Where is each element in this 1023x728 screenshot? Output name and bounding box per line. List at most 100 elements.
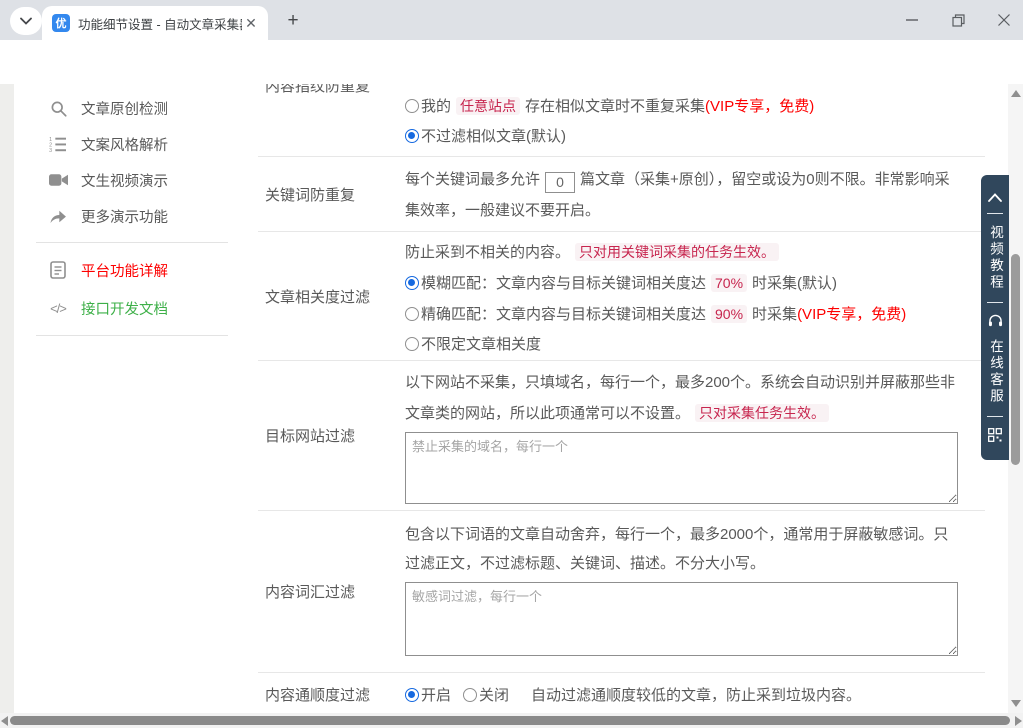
sidebar-item-text-to-video[interactable]: 文生视频演示 xyxy=(14,162,258,198)
setting-label: 内容指纹防重复 xyxy=(258,84,370,96)
setting-row-fingerprint: 内容指纹防重复 我的任意站点存在相似文章时不重复采集(VIP专享，免费) 不过滤… xyxy=(258,84,985,157)
setting-label: 关键词防重复 xyxy=(258,157,405,231)
option-text: 存在相似文章时不重复采集 xyxy=(525,98,705,115)
option-text: 关闭 xyxy=(479,687,509,704)
horizontal-scrollbar[interactable] xyxy=(0,713,1023,728)
tab-search-button[interactable] xyxy=(10,7,42,35)
radio-unchecked[interactable] xyxy=(405,99,419,113)
headset-icon[interactable] xyxy=(988,314,1003,328)
scroll-left-arrow-icon[interactable] xyxy=(1,716,8,726)
scroll-up-arrow-icon[interactable] xyxy=(1011,90,1021,97)
option-text: 模糊匹配：文章内容与目标关键词相关度达 xyxy=(421,275,706,292)
option-text: 我的 xyxy=(421,98,451,115)
browser-window: 优 功能细节设置 - 自动文章采集器 ✕ + xyxy=(0,0,1023,728)
setting-row-site-filter: 目标网站过滤 以下网站不采集，只填域名，每行一个，最多200个。系统会自动识别并… xyxy=(258,361,985,511)
desc-text: 包含以下词语的文章自动舍弃，每行一个，最多2000个，通常用于屏蔽敏感词。只过滤… xyxy=(405,526,948,572)
vertical-scrollbar[interactable] xyxy=(1008,84,1023,713)
horizontal-scrollbar-thumb[interactable] xyxy=(10,716,1010,725)
chevron-up-icon xyxy=(988,193,1002,202)
svg-text:3: 3 xyxy=(49,148,52,152)
option-text: 精确匹配：文章内容与目标关键词相关度达 xyxy=(421,306,706,323)
setting-row-keyword-dedup: 关键词防重复 每个关键词最多允许篇文章（采集+原创），留空或设为0则不限。非常影… xyxy=(258,157,985,232)
keyword-task-note: 只对用关键词采集的任务生效。 xyxy=(575,243,779,261)
percent-badge: 70% xyxy=(711,274,747,292)
sidebar: 文章原创检测 123 文案风格解析 文生视频演示 更多演示功能 xyxy=(14,84,258,728)
sensitive-words-textarea[interactable] xyxy=(405,582,958,656)
sidebar-item-label: 文案风格解析 xyxy=(81,134,168,155)
scroll-top-button[interactable] xyxy=(988,193,1002,202)
radio-unchecked[interactable] xyxy=(463,688,477,702)
percent-badge: 90% xyxy=(711,305,747,323)
floating-side-panel: 视频教程 在线客服 xyxy=(981,175,1009,460)
panel-divider xyxy=(987,213,1003,214)
option-text: 开启 xyxy=(421,687,451,704)
tab-close-icon[interactable]: ✕ xyxy=(242,14,260,32)
restore-button[interactable] xyxy=(949,11,967,29)
scroll-right-arrow-icon[interactable] xyxy=(1015,716,1022,726)
vip-note: (VIP专享，免费) xyxy=(797,306,906,323)
desc-text: 每个关键词最多允许 xyxy=(405,171,540,188)
sidebar-item-style-analysis[interactable]: 123 文案风格解析 xyxy=(14,126,258,162)
radio-unchecked[interactable] xyxy=(405,337,419,351)
blocked-domains-textarea[interactable] xyxy=(405,432,958,504)
page-content: 文章原创检测 123 文案风格解析 文生视频演示 更多演示功能 xyxy=(0,84,1023,728)
setting-row-fluency: 内容通顺度过滤 开启 关闭 自动过滤通顺度较低的文章，防止采到垃圾内容。 xyxy=(258,673,985,717)
online-service-link[interactable]: 在线客服 xyxy=(985,339,1005,405)
relevance-option-fuzzy: 模糊匹配：文章内容与目标关键词相关度达 70% 时采集(默认) xyxy=(405,268,958,299)
option-text: 不过滤相似文章(默认) xyxy=(421,128,566,145)
sidebar-item-label: 平台功能详解 xyxy=(81,260,168,281)
window-controls xyxy=(903,0,1013,40)
browser-tab[interactable]: 优 功能细节设置 - 自动文章采集器 ✕ xyxy=(42,6,268,40)
option-text: 时采集(默认) xyxy=(752,275,837,292)
collect-task-note: 只对采集任务生效。 xyxy=(695,404,829,422)
radio-unchecked[interactable] xyxy=(405,307,419,321)
radio-checked[interactable] xyxy=(405,129,419,143)
tab-title: 功能细节设置 - 自动文章采集器 xyxy=(78,14,242,33)
chevron-down-icon xyxy=(20,17,32,25)
setting-row-word-filter: 内容词汇过滤 包含以下词语的文章自动舍弃，每行一个，最多2000个，通常用于屏蔽… xyxy=(258,511,985,673)
page-left-margin xyxy=(0,84,14,728)
fluency-on-option[interactable]: 开启 xyxy=(405,684,451,705)
setting-label: 内容词汇过滤 xyxy=(258,511,405,672)
tab-strip: 优 功能细节设置 - 自动文章采集器 ✕ + xyxy=(0,0,1023,40)
sidebar-item-more-demos[interactable]: 更多演示功能 xyxy=(14,198,258,234)
sidebar-item-label: 接口开发文档 xyxy=(81,298,168,319)
minimize-button[interactable] xyxy=(903,11,921,29)
desc-text: 自动过滤通顺度较低的文章，防止采到垃圾内容。 xyxy=(531,684,861,705)
option-text: 时采集 xyxy=(752,306,797,323)
sidebar-item-originality-check[interactable]: 文章原创检测 xyxy=(14,90,258,126)
search-icon xyxy=(48,98,68,118)
sidebar-item-label: 更多演示功能 xyxy=(81,206,168,227)
fluency-off-option[interactable]: 关闭 xyxy=(463,684,509,705)
sidebar-item-label: 文生视频演示 xyxy=(81,170,168,191)
qr-code-icon[interactable] xyxy=(988,428,1002,442)
vertical-scrollbar-thumb[interactable] xyxy=(1011,254,1020,465)
option-text: 不限定文章相关度 xyxy=(421,336,541,353)
sidebar-divider xyxy=(36,335,228,336)
sidebar-item-platform-features[interactable]: 平台功能详解 xyxy=(14,251,258,289)
scroll-down-arrow-icon[interactable] xyxy=(1011,700,1021,707)
keyword-limit-input[interactable] xyxy=(545,172,575,193)
vip-note: (VIP专享，免费) xyxy=(705,98,814,115)
setting-label: 内容通顺度过滤 xyxy=(258,673,405,716)
fingerprint-option-mysite: 我的任意站点存在相似文章时不重复采集(VIP专享，免费) xyxy=(405,91,958,122)
setting-label: 目标网站过滤 xyxy=(258,361,405,510)
ordered-list-icon: 123 xyxy=(48,134,68,154)
radio-checked[interactable] xyxy=(405,276,419,290)
panel-divider xyxy=(987,416,1003,417)
radio-checked[interactable] xyxy=(405,688,419,702)
desc-text: 以下网站不采集，只填域名，每行一个，最多200个。系统会自动识别并屏蔽那些非文章… xyxy=(405,374,955,422)
panel-divider xyxy=(987,302,1003,303)
close-window-button[interactable] xyxy=(995,11,1013,29)
relevance-option-exact: 精确匹配：文章内容与目标关键词相关度达 90% 时采集(VIP专享，免费) xyxy=(405,299,958,330)
browser-toolbar: ucaiyun.com/caiji/settings/ 井 ••• xyxy=(0,40,1023,84)
relevance-option-unlimited: 不限定文章相关度 xyxy=(405,330,958,360)
new-tab-button[interactable]: + xyxy=(280,8,306,34)
any-site-highlight[interactable]: 任意站点 xyxy=(456,97,520,115)
site-favicon-icon: 优 xyxy=(52,14,70,32)
desc-text: 防止采到不相关的内容。 xyxy=(405,244,570,261)
video-tutorial-link[interactable]: 视频教程 xyxy=(985,225,1005,291)
setting-label: 文章相关度过滤 xyxy=(258,232,405,360)
settings-form: 内容指纹防重复 我的任意站点存在相似文章时不重复采集(VIP专享，免费) 不过滤… xyxy=(258,84,985,717)
sidebar-item-api-docs[interactable]: </> 接口开发文档 xyxy=(14,289,258,327)
